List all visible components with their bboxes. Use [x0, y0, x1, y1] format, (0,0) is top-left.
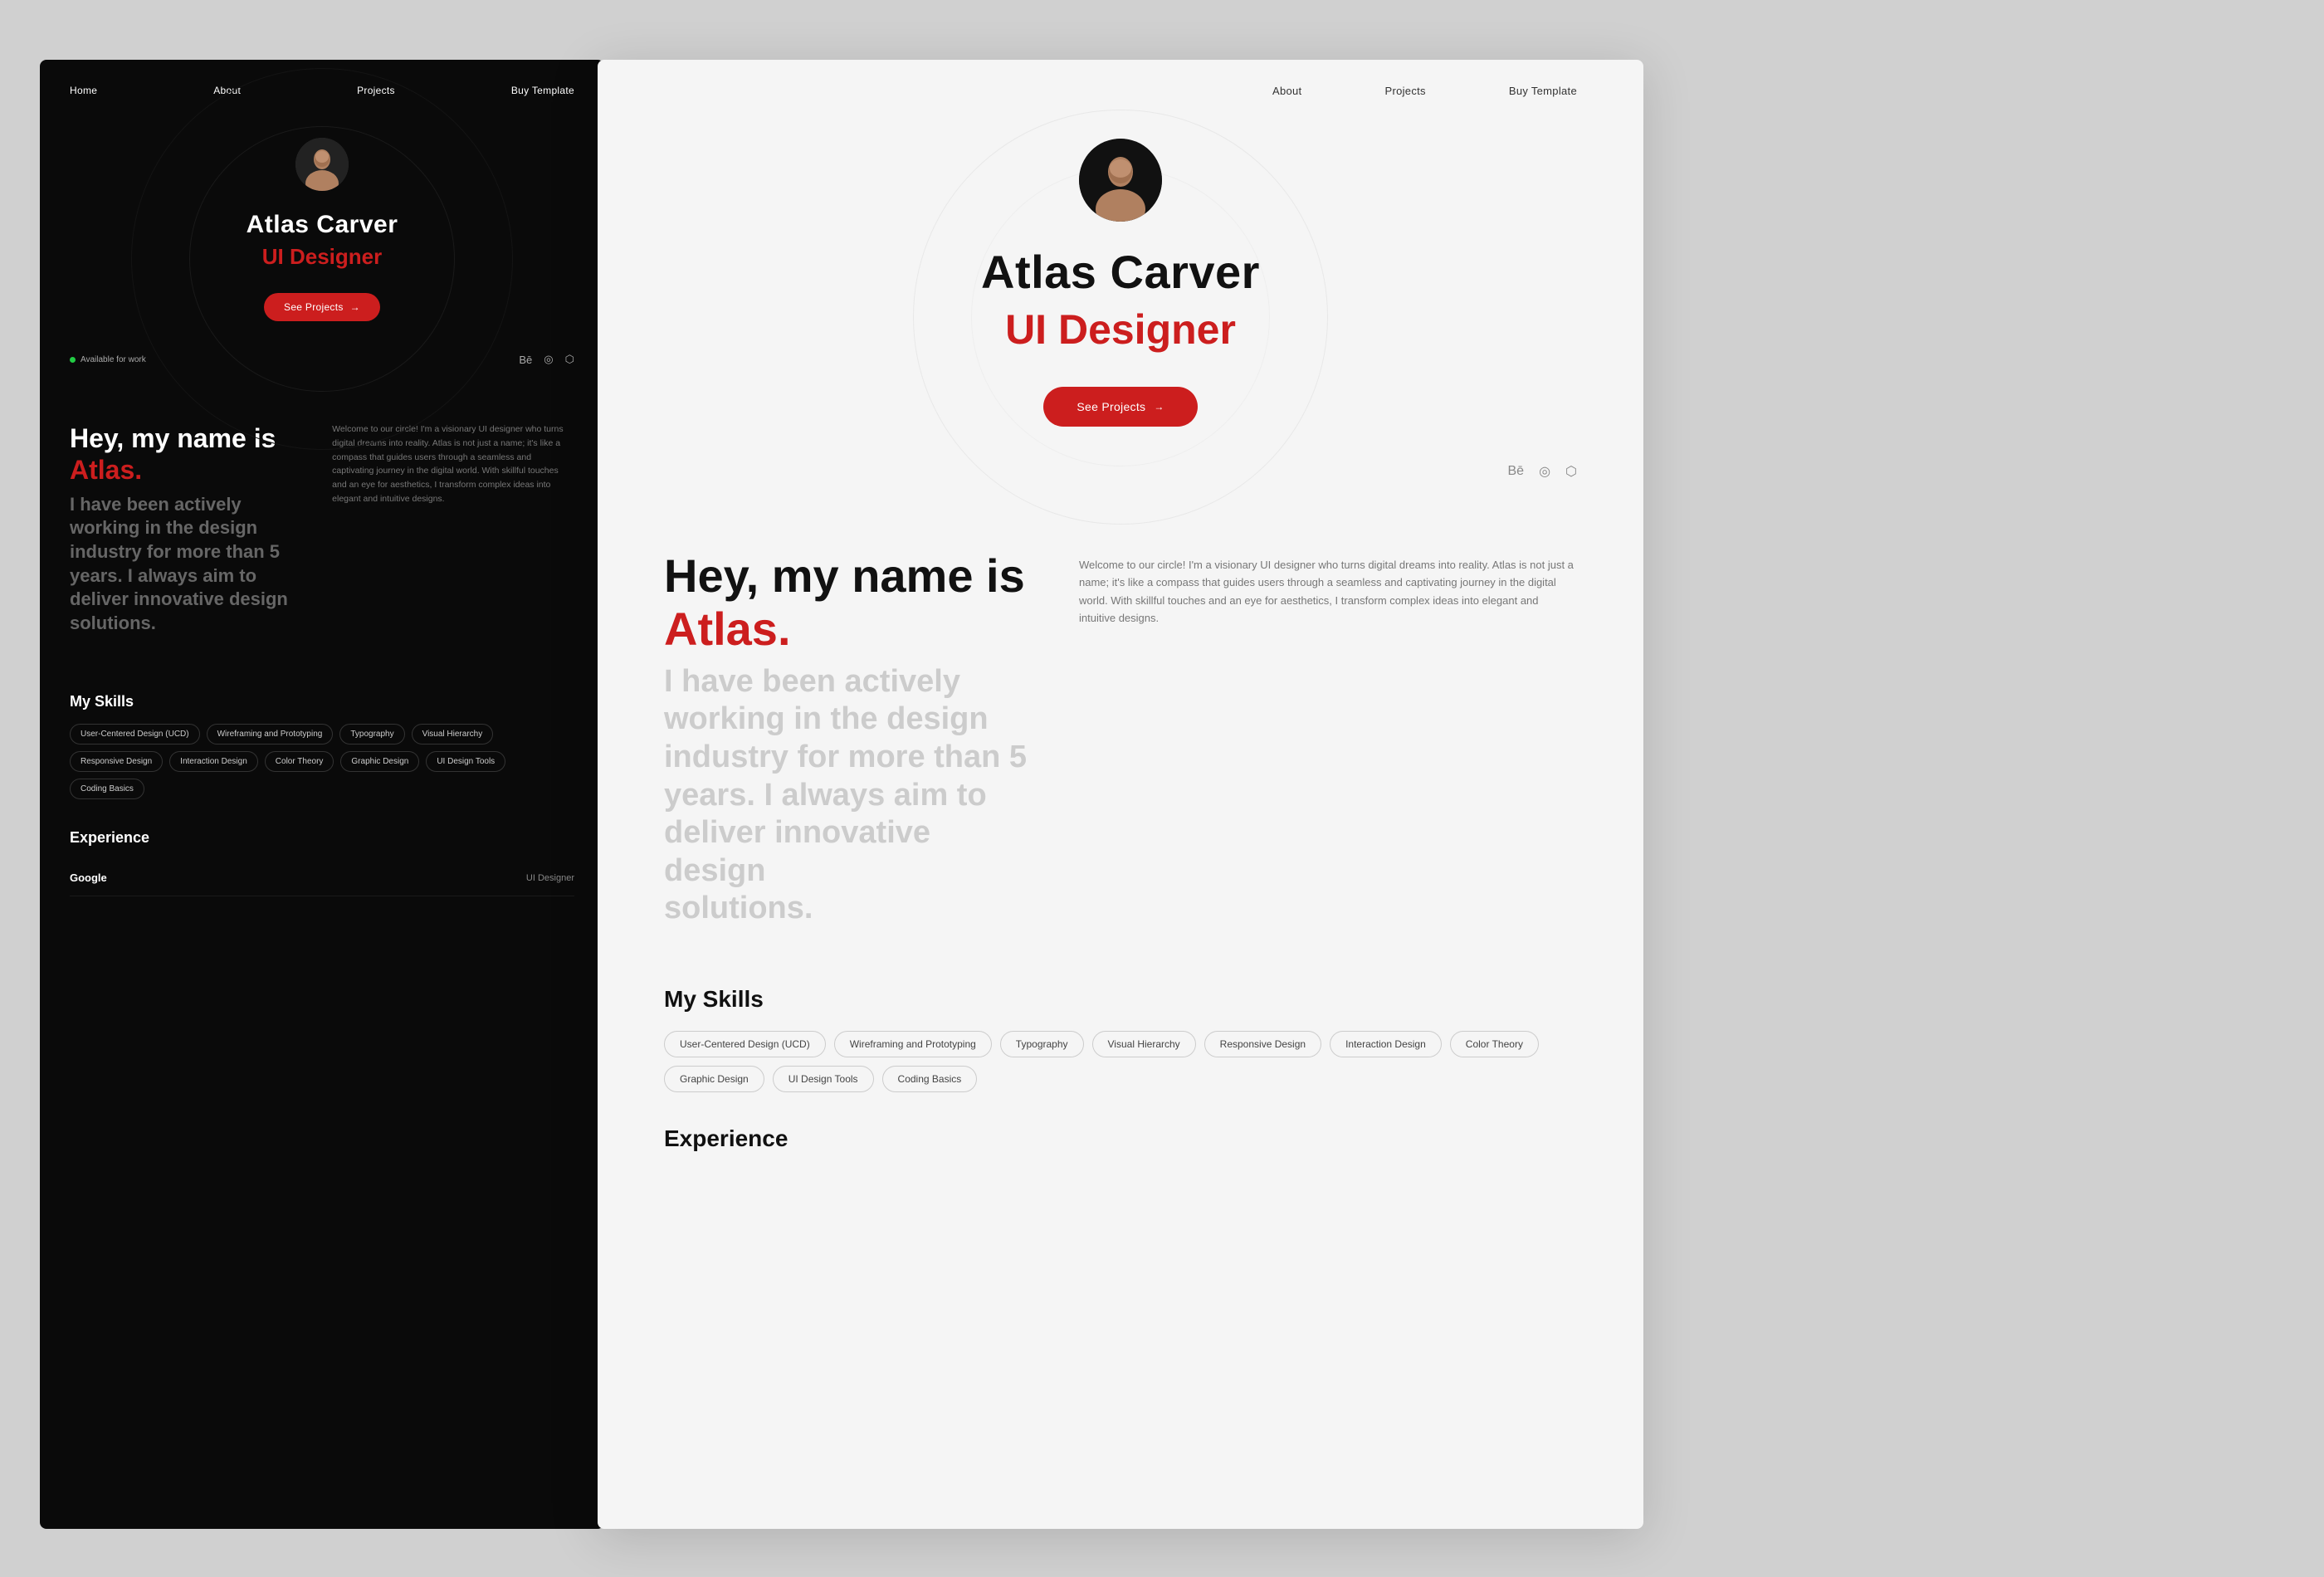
- dark-about-greeting: Hey, my name is Atlas.: [70, 422, 312, 486]
- dark-skill-responsive: Responsive Design: [70, 751, 163, 772]
- light-skill-responsive: Responsive Design: [1204, 1031, 1321, 1057]
- light-skill-color: Color Theory: [1450, 1031, 1539, 1057]
- dark-skill-tools: UI Design Tools: [426, 751, 505, 772]
- dark-skill-color: Color Theory: [265, 751, 334, 772]
- light-skill-graphic: Graphic Design: [664, 1066, 764, 1092]
- dark-available-label: Available for work: [81, 355, 146, 364]
- dark-skill-ucd: User-Centered Design (UCD): [70, 724, 200, 745]
- light-hero-title: UI Designer: [664, 305, 1577, 354]
- dark-hero-name: Atlas Carver: [73, 211, 571, 239]
- light-nav-about[interactable]: About: [1272, 85, 1301, 97]
- light-skills-tags: User-Centered Design (UCD) Wireframing a…: [664, 1031, 1577, 1092]
- light-about-left: Hey, my name is Atlas. I have been activ…: [664, 549, 1029, 928]
- dark-hero: Atlas Carver UI Designer See Projects →: [40, 121, 604, 321]
- dark-avatar: [295, 138, 349, 191]
- dark-footer-bar: Available for work Bē ◎ ⬡: [40, 338, 604, 381]
- dark-skill-wireframing: Wireframing and Prototyping: [207, 724, 334, 745]
- light-btn-arrow: →: [1154, 401, 1164, 413]
- dark-skill-interaction: Interaction Design: [169, 751, 258, 772]
- dark-nav-about[interactable]: About: [213, 85, 241, 96]
- light-skill-typography: Typography: [1000, 1031, 1084, 1057]
- light-about-desc: Welcome to our circle! I'm a visionary U…: [1079, 556, 1577, 627]
- light-hero: Atlas Carver UI Designer See Projects →: [598, 122, 1643, 427]
- light-skills-title: My Skills: [664, 986, 1577, 1013]
- light-nav-buy[interactable]: Buy Template: [1509, 85, 1577, 97]
- dark-skills-title: My Skills: [70, 693, 574, 710]
- light-globe-icon[interactable]: ◎: [1539, 463, 1550, 480]
- dark-nav-buy[interactable]: Buy Template: [511, 85, 574, 96]
- light-social-icons: Bē ◎ ⬡: [1507, 463, 1577, 480]
- light-skill-interaction: Interaction Design: [1330, 1031, 1442, 1057]
- dark-experience-title: Experience: [70, 829, 574, 847]
- dark-skill-graphic: Graphic Design: [340, 751, 419, 772]
- light-skill-ucd: User-Centered Design (UCD): [664, 1031, 826, 1057]
- dark-nav-projects[interactable]: Projects: [357, 85, 395, 96]
- dark-about-right: Welcome to our circle! I'm a visionary U…: [332, 422, 574, 506]
- dark-see-projects-btn[interactable]: See Projects →: [264, 293, 380, 321]
- light-avatar-image: [1079, 139, 1162, 222]
- light-hero-name: Atlas Carver: [664, 245, 1577, 299]
- dark-skills-tags: User-Centered Design (UCD) Wireframing a…: [70, 724, 574, 799]
- dark-about-subtitle: I have been actively working in the desi…: [70, 493, 312, 636]
- dark-skill-typography: Typography: [339, 724, 404, 745]
- light-about-greeting: Hey, my name is Atlas.: [664, 549, 1029, 657]
- dark-btn-arrow: →: [350, 301, 360, 313]
- dark-experience-section: Experience Google UI Designer: [40, 799, 604, 896]
- light-about-highlight: Atlas.: [664, 603, 791, 655]
- light-skill-coding: Coding Basics: [882, 1066, 978, 1092]
- dark-instagram-icon[interactable]: ⬡: [565, 353, 574, 366]
- dark-nav-home[interactable]: Home: [70, 85, 97, 96]
- light-skill-visual-hierarchy: Visual Hierarchy: [1092, 1031, 1196, 1057]
- dark-about-left: Hey, my name is Atlas. I have been activ…: [70, 422, 312, 635]
- light-theme-card: About Projects Buy Template Atlas Carver…: [598, 60, 1643, 1529]
- dark-about-desc: Welcome to our circle! I'm a visionary U…: [332, 422, 574, 506]
- light-btn-label: See Projects: [1077, 400, 1145, 413]
- dark-exp-company: Google: [70, 872, 107, 884]
- light-about-section: Hey, my name is Atlas. I have been activ…: [598, 500, 1643, 961]
- light-experience-section: Experience: [598, 1092, 1643, 1152]
- dark-about-highlight: Atlas.: [70, 455, 142, 485]
- light-nav-projects[interactable]: Projects: [1384, 85, 1425, 97]
- dark-social-icons: Bē ◎ ⬡: [519, 353, 574, 366]
- light-nav: About Projects Buy Template: [598, 60, 1643, 122]
- light-avatar: [1079, 139, 1162, 222]
- dark-avatar-image: [295, 138, 349, 191]
- light-skills-section: My Skills User-Centered Design (UCD) Wir…: [598, 961, 1643, 1092]
- light-skill-tools: UI Design Tools: [773, 1066, 874, 1092]
- dark-behance-icon[interactable]: Bē: [519, 354, 532, 366]
- dark-globe-icon[interactable]: ◎: [544, 353, 553, 366]
- dark-exp-role: UI Designer: [526, 873, 574, 883]
- light-instagram-icon[interactable]: ⬡: [1565, 463, 1577, 480]
- light-see-projects-btn[interactable]: See Projects →: [1043, 387, 1197, 427]
- light-about-right: Welcome to our circle! I'm a visionary U…: [1079, 549, 1577, 928]
- dark-btn-label: See Projects: [284, 301, 344, 313]
- dark-about-section: Hey, my name is Atlas. I have been activ…: [40, 381, 604, 668]
- dark-theme-card: Home About Projects Buy Template Atlas C…: [40, 60, 604, 1529]
- dark-skill-visual-hierarchy: Visual Hierarchy: [412, 724, 494, 745]
- light-about-row: Hey, my name is Atlas. I have been activ…: [664, 549, 1577, 928]
- dark-skill-coding: Coding Basics: [70, 779, 144, 799]
- light-skill-wireframing: Wireframing and Prototyping: [834, 1031, 992, 1057]
- light-experience-title: Experience: [664, 1125, 1577, 1152]
- dark-hero-title: UI Designer: [73, 244, 571, 270]
- light-footer-bar: Bē ◎ ⬡: [598, 443, 1643, 500]
- dark-available-dot: [70, 357, 76, 363]
- dark-available-status: Available for work: [70, 355, 146, 364]
- light-about-subtitle: I have been actively working in the desi…: [664, 663, 1029, 928]
- dark-nav: Home About Projects Buy Template: [40, 60, 604, 121]
- dark-exp-row-google: Google UI Designer: [70, 860, 574, 896]
- dark-skills-section: My Skills User-Centered Design (UCD) Wir…: [40, 668, 604, 799]
- light-behance-icon[interactable]: Bē: [1507, 464, 1524, 479]
